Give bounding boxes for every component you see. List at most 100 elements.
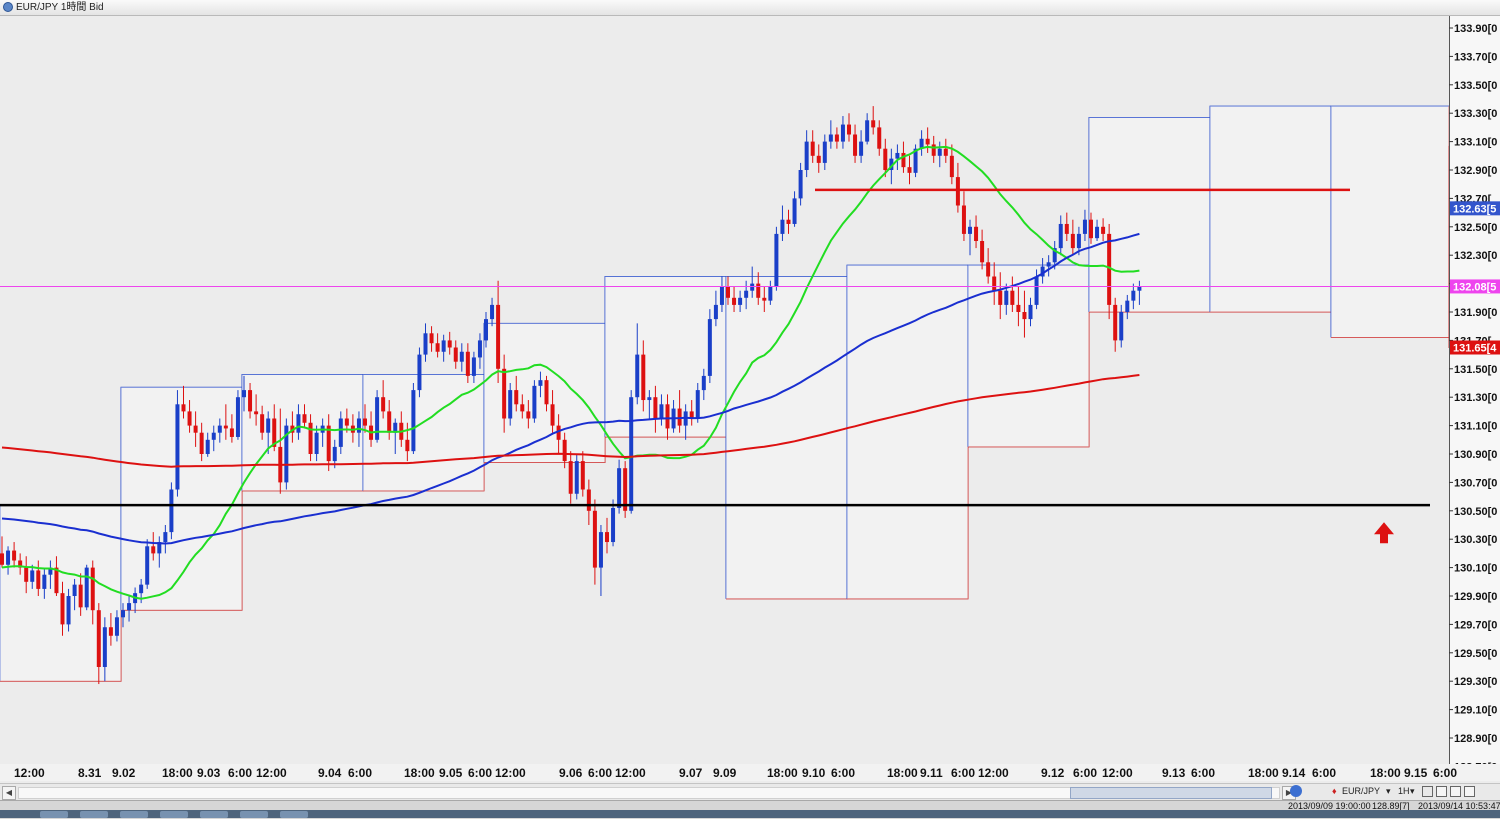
price-tick-label: 130.70[0: [1454, 477, 1497, 489]
price-tag-label: 131.65[4: [1453, 343, 1497, 355]
candle-body: [605, 532, 609, 543]
price-tick-label: 131.10[0: [1454, 421, 1497, 433]
candle-body: [961, 205, 966, 234]
candle-body: [1016, 304, 1021, 312]
candle-body: [363, 418, 367, 426]
price-tick-label: 131.30[0: [1454, 392, 1497, 404]
candle-body: [828, 134, 833, 142]
candle-body: [1034, 276, 1039, 305]
taskbar-item[interactable]: [40, 811, 68, 818]
time-tick-label: 12:00: [256, 766, 287, 780]
price-tick-label: 133.70[0: [1454, 51, 1497, 63]
range-box-fill: [242, 374, 363, 491]
pin-icon[interactable]: ♦: [1332, 785, 1337, 798]
taskbar-item[interactable]: [80, 811, 108, 818]
horizontal-scrollbar[interactable]: ◀ ▶: [0, 783, 1500, 800]
scroll-thumb[interactable]: [1070, 787, 1272, 799]
time-tick-label: 6:00: [1312, 766, 1336, 780]
candle-body: [732, 297, 737, 305]
candle-body: [1125, 300, 1130, 312]
candle-body: [1058, 223, 1063, 249]
candle-body: [423, 333, 428, 355]
candle-body: [375, 397, 380, 440]
candle-body: [719, 286, 724, 305]
candle-body: [223, 425, 228, 429]
candle-body: [762, 297, 767, 301]
globe-icon[interactable]: [1290, 785, 1302, 797]
price-chart[interactable]: 133.90[0 133.70[0 133.50[0 133.30[0 133.10[0…: [0, 16, 1500, 764]
candle-body: [332, 446, 337, 462]
range-box-fill: [1210, 106, 1331, 312]
time-tick-label: 6:00: [228, 766, 252, 780]
candle-body: [411, 390, 416, 452]
candle-body: [127, 603, 132, 611]
candle-body: [78, 584, 83, 608]
price-tick-label: 130.30[0: [1454, 534, 1497, 546]
timeframe-selector[interactable]: 1H: [1398, 785, 1410, 798]
price-tick-label: 132.50[0: [1454, 222, 1497, 234]
candle-body: [108, 627, 113, 636]
candle-body: [834, 134, 839, 142]
candle-body: [980, 241, 985, 263]
candle-body: [308, 422, 313, 454]
candle-body: [1095, 226, 1100, 239]
candle-body: [453, 347, 458, 362]
price-tick-label: 133.10[0: [1454, 137, 1497, 149]
candle-body: [532, 385, 537, 419]
taskbar-item[interactable]: [280, 811, 308, 818]
candle-body: [181, 404, 186, 412]
candle-body: [520, 404, 525, 412]
candle-body: [356, 418, 361, 433]
time-tick-label: 6:00: [951, 766, 975, 780]
candle-body: [641, 354, 646, 401]
time-tick-label: 18:00: [1370, 766, 1401, 780]
range-box-fill: [121, 387, 242, 611]
candle-body: [175, 404, 180, 490]
time-tick-label: 9.04: [318, 766, 342, 780]
candle-body: [998, 290, 1003, 305]
taskbar-item[interactable]: [240, 811, 268, 818]
candle-body: [955, 177, 960, 206]
price-tick-label: 130.50[0: [1454, 506, 1497, 518]
taskbar: [0, 810, 1500, 818]
taskbar-item[interactable]: [200, 811, 228, 818]
range-box-fill: [1331, 106, 1449, 338]
scroll-left-button[interactable]: ◀: [2, 786, 16, 800]
candle-body: [151, 546, 156, 554]
candle-body: [701, 375, 706, 391]
candle-body: [1022, 312, 1027, 320]
time-tick-label: 9.06: [559, 766, 583, 780]
taskbar-item[interactable]: [160, 811, 188, 818]
candle-body: [1028, 304, 1033, 320]
time-tick-label: 18:00: [404, 766, 435, 780]
candle-body: [937, 148, 942, 156]
candle-body: [665, 404, 670, 429]
window-tile-icon[interactable]: [1436, 786, 1447, 797]
window-cascade-icon[interactable]: [1464, 786, 1475, 797]
price-tick-label: 133.30[0: [1454, 108, 1497, 120]
time-tick-label: 12:00: [1102, 766, 1133, 780]
candle-body: [484, 319, 488, 341]
candle-body: [901, 152, 906, 168]
price-tick-label: 131.50[0: [1454, 364, 1497, 376]
candle-body: [804, 141, 809, 170]
candle-body: [205, 439, 210, 454]
candle-body: [598, 532, 603, 568]
window-restore-icon[interactable]: [1422, 786, 1433, 797]
candle-body: [907, 167, 912, 173]
time-tick-label: 12:00: [14, 766, 45, 780]
time-tick-label: 9.10: [802, 766, 826, 780]
candle-body: [145, 546, 150, 585]
symbol-dropdown-icon[interactable]: ▾: [1386, 785, 1391, 798]
time-tick-label: 9.14: [1282, 766, 1306, 780]
symbol-selector[interactable]: EUR/JPY: [1342, 785, 1380, 798]
candle-body: [840, 124, 845, 142]
candle-body: [1082, 219, 1087, 234]
candle-body: [974, 226, 979, 241]
candle-body: [211, 432, 216, 440]
taskbar-item[interactable]: [120, 811, 148, 818]
window-maximize-icon[interactable]: [1450, 786, 1461, 797]
timeframe-dropdown-icon[interactable]: ▾: [1410, 785, 1415, 798]
candle-body: [1101, 226, 1106, 234]
time-tick-label: 6:00: [468, 766, 492, 780]
